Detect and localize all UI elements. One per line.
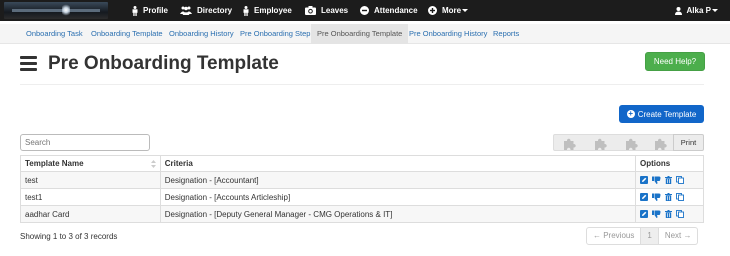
puzzle-icon[interactable] — [625, 137, 638, 150]
attendance-icon — [360, 6, 369, 15]
chevron-down-icon — [712, 9, 718, 12]
sort-icon — [150, 160, 156, 168]
previous-page-button[interactable]: ← Previous — [586, 227, 642, 245]
divider — [20, 84, 704, 85]
copy-icon[interactable] — [676, 193, 684, 201]
trash-icon[interactable] — [665, 176, 673, 184]
plus-circle-icon — [428, 6, 437, 15]
subnav-pre-onboarding-template[interactable]: Pre Onboarding Template — [311, 24, 409, 44]
subnav-pre-onboarding-history[interactable]: Pre Onboarding History — [409, 24, 487, 44]
template-name-cell: aadhar Card — [20, 205, 161, 223]
user-menu[interactable]: Alka P — [674, 0, 718, 21]
app: Profile Directory Employee Leaves Attend… — [0, 0, 730, 256]
table-toolbar — [553, 134, 674, 151]
nav-more[interactable]: More — [428, 0, 469, 21]
nav-profile[interactable]: Profile — [132, 0, 168, 21]
user-name: Alka P — [686, 6, 711, 15]
edit-icon[interactable] — [640, 193, 649, 201]
subnav-reports[interactable]: Reports — [493, 24, 519, 44]
puzzle-icon[interactable] — [654, 137, 667, 150]
user-icon — [674, 6, 682, 15]
camera-icon — [305, 6, 316, 15]
profile-icon — [132, 5, 138, 16]
next-page-button[interactable]: Next → — [658, 227, 699, 245]
list-icon — [20, 56, 37, 71]
template-name-cell: test1 — [20, 188, 161, 206]
copy-icon[interactable] — [676, 176, 684, 184]
employee-icon — [243, 5, 249, 16]
thumbs-down-icon[interactable] — [652, 176, 661, 184]
print-button[interactable]: Print — [673, 134, 704, 151]
subnav-onboarding-template[interactable]: Onboarding Template — [91, 24, 163, 44]
pagination: ← Previous 1 Next → — [586, 227, 699, 245]
options-cell — [635, 205, 704, 223]
search-input[interactable] — [20, 134, 150, 151]
nav-employee[interactable]: Employee — [243, 0, 292, 21]
templates-table: Template Name Criteria Options test Desi… — [20, 155, 704, 223]
nav-directory-label: Directory — [197, 6, 233, 15]
nav-attendance-label: Attendance — [374, 6, 418, 15]
chevron-down-icon — [462, 9, 469, 12]
column-header-template-name[interactable]: Template Name — [20, 155, 161, 172]
copy-icon[interactable] — [676, 210, 684, 218]
trash-icon[interactable] — [665, 193, 673, 201]
options-cell — [635, 171, 704, 189]
subnav-pre-onboarding-step[interactable]: Pre Onboarding Step — [240, 24, 310, 44]
thumbs-down-icon[interactable] — [652, 193, 661, 201]
nav-more-label: More — [442, 6, 462, 15]
table-row: test1 Designation - [Accounts Articleshi… — [20, 188, 704, 206]
subnav-onboarding-history[interactable]: Onboarding History — [169, 24, 234, 44]
directory-icon — [180, 6, 192, 15]
table-header-row: Template Name Criteria Options — [20, 155, 704, 172]
nav-directory[interactable]: Directory — [180, 0, 232, 21]
edit-icon[interactable] — [640, 176, 649, 184]
nav-leaves-label: Leaves — [321, 6, 349, 15]
puzzle-icon[interactable] — [563, 137, 576, 150]
records-summary: Showing 1 to 3 of 3 records — [20, 232, 118, 241]
table-row: aadhar Card Designation - [Deputy Genera… — [20, 205, 704, 223]
template-name-cell: test — [20, 171, 161, 189]
table-row: test Designation - [Accountant] — [20, 171, 704, 189]
company-logo[interactable] — [4, 2, 108, 19]
column-header-criteria: Criteria — [159, 155, 637, 172]
criteria-cell: Designation - [Accountant] — [159, 171, 637, 189]
edit-icon[interactable] — [640, 210, 649, 218]
create-template-button[interactable]: + Create Template — [619, 105, 704, 123]
options-cell — [635, 188, 704, 206]
nav-attendance[interactable]: Attendance — [360, 0, 418, 21]
column-header-options: Options — [635, 155, 704, 172]
create-template-label: Create Template — [637, 109, 697, 119]
puzzle-icon[interactable] — [594, 137, 607, 150]
need-help-button[interactable]: Need Help? — [645, 52, 705, 71]
criteria-cell: Designation - [Accounts Articleship] — [159, 188, 637, 206]
nav-employee-label: Employee — [254, 6, 292, 15]
subnav-onboarding-task[interactable]: Onboarding Task — [26, 24, 83, 44]
top-navbar: Profile Directory Employee Leaves Attend… — [0, 0, 730, 21]
plus-icon: + — [626, 109, 635, 118]
sub-navbar: Onboarding Task Onboarding Template Onbo… — [0, 24, 730, 44]
nav-profile-label: Profile — [143, 6, 168, 15]
page-title: Pre Onboarding Template — [48, 53, 279, 74]
thumbs-down-icon[interactable] — [652, 210, 661, 218]
nav-leaves[interactable]: Leaves — [305, 0, 348, 21]
trash-icon[interactable] — [665, 210, 673, 218]
page-number-button[interactable]: 1 — [641, 227, 659, 245]
criteria-cell: Designation - [Deputy General Manager - … — [159, 205, 637, 223]
